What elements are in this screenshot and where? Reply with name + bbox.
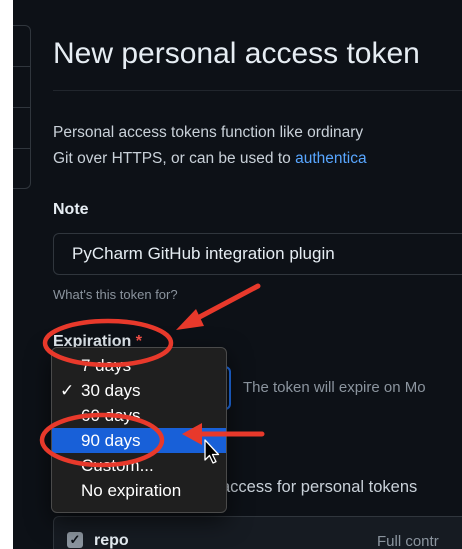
option-label: No expiration [81, 481, 182, 500]
scope-name: repo [94, 532, 129, 549]
checkmark-icon: ✓ [60, 381, 75, 400]
expiration-info: The token will expire on Mo [243, 379, 426, 396]
option-30-days[interactable]: ✓ 30 days [52, 378, 226, 403]
page-description: Personal access tokens function like ord… [53, 120, 367, 172]
note-hint: What's this token for? [53, 287, 178, 302]
option-label: 30 days [81, 381, 141, 400]
settings-sidebar [13, 25, 31, 189]
repo-checkbox[interactable]: ✓ [67, 532, 83, 548]
scope-description: Full contr [377, 533, 439, 549]
scope-row-repo[interactable]: ✓ repo Full contr [53, 516, 462, 549]
option-custom[interactable]: Custom... [52, 453, 226, 478]
option-label: 7 days [81, 356, 132, 375]
option-label: Custom... [81, 456, 154, 475]
description-text: Git over HTTPS, or can be used to [53, 150, 296, 167]
authentication-link[interactable]: authentica [295, 150, 367, 167]
option-no-expiration[interactable]: No expiration [52, 478, 226, 503]
note-input[interactable]: PyCharm GitHub integration plugin [53, 233, 462, 275]
sidebar-divider [13, 66, 30, 67]
expiration-dropdown-menu[interactable]: 7 days ✓ 30 days 60 days 90 days Custom..… [51, 347, 227, 513]
sidebar-divider [13, 148, 30, 149]
description-line-2: Git over HTTPS, or can be used to authen… [53, 146, 367, 172]
sidebar-divider [13, 107, 30, 108]
option-90-days[interactable]: 90 days [52, 428, 226, 453]
note-label: Note [53, 201, 89, 218]
description-line-1: Personal access tokens function like ord… [53, 124, 364, 141]
option-label: 60 days [81, 406, 141, 425]
option-label: 90 days [81, 431, 141, 450]
option-60-days[interactable]: 60 days [52, 403, 226, 428]
option-7-days[interactable]: 7 days [52, 353, 226, 378]
token-settings-page: New personal access token Personal acces… [13, 0, 462, 549]
title-divider [53, 90, 462, 91]
page-title: New personal access token [53, 37, 420, 70]
scopes-intro: access for personal tokens [221, 478, 418, 496]
